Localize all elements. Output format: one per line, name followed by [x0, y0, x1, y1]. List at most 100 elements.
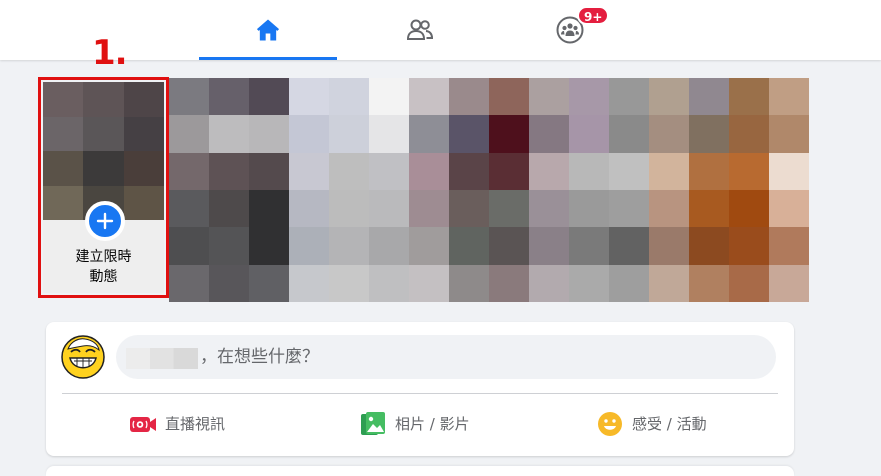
story-thumbnail-pixel [489, 115, 529, 153]
story-thumbnail-pixel [369, 227, 409, 265]
story-thumbnail-pixel [169, 152, 209, 190]
story-thumbnail-pixel [289, 189, 329, 228]
story-thumbnail-pixel [649, 189, 689, 228]
story-thumbnail-pixel [729, 189, 769, 228]
story-thumbnail-pixel [769, 227, 809, 265]
story-thumbnail-pixel [769, 78, 809, 116]
story-thumbnail-pixel [489, 227, 529, 265]
story-thumbnail-pixel [689, 189, 729, 228]
story-thumbnail-pixel [769, 264, 809, 302]
annotation-step-label: 1. [92, 33, 128, 73]
feeling-icon [596, 410, 624, 438]
photo-icon [359, 410, 387, 438]
story-thumbnail-pixel [369, 264, 409, 302]
composer-divider [62, 393, 778, 394]
story-thumbnail-pixel [409, 152, 449, 190]
active-tab-indicator [199, 57, 337, 60]
story-thumbnail-pixel [569, 227, 609, 265]
story-thumbnail-pixel [169, 78, 209, 116]
story-thumbnail-pixel [689, 227, 729, 265]
story-thumbnail-pixel [209, 78, 249, 116]
story-thumbnail-pixel [569, 78, 609, 116]
tab-friends[interactable] [351, 0, 489, 60]
story-thumbnail-pixel [209, 152, 249, 190]
post-composer: ，在想些什麼？ 直播視訊 相片 / 影片 感受 / 活動 [46, 322, 794, 456]
live-video-button[interactable]: 直播視訊 [129, 402, 225, 446]
annotation-highlight-box [38, 77, 169, 298]
whats-on-your-mind-input[interactable]: ，在想些什麼？ [116, 335, 776, 379]
story-thumbnail-pixel [209, 264, 249, 302]
blurred-user-name [126, 348, 198, 369]
story-thumbnail-pixel [409, 264, 449, 302]
composer-placeholder: ，在想些什麼？ [200, 347, 319, 367]
photo-video-label: 相片 / 影片 [395, 415, 470, 433]
story-thumbnail-pixel [729, 264, 769, 302]
story-thumbnail-pixel [609, 227, 649, 265]
top-navigation-bar: 9+ [0, 0, 881, 60]
story-thumbnail-pixel [249, 264, 289, 302]
story-thumbnail-pixel [449, 152, 489, 190]
story-thumbnail-pixel [609, 264, 649, 302]
home-icon [256, 19, 280, 41]
story-thumbnail-pixel [249, 115, 289, 153]
tab-home[interactable] [199, 0, 337, 60]
story-thumbnail-pixel [489, 264, 529, 302]
story-thumbnail-pixel [409, 78, 449, 116]
story-thumbnail-pixel [409, 115, 449, 153]
story-thumbnail-pixel [489, 189, 529, 228]
story-thumbnail-pixel [169, 227, 209, 265]
story-thumbnail-pixel [289, 264, 329, 302]
story-thumbnail-pixel [529, 78, 569, 116]
friends-icon [406, 19, 434, 40]
story-thumbnail-pixel [569, 115, 609, 153]
story-thumbnail-pixel [649, 264, 689, 302]
story-thumbnail-pixel [609, 189, 649, 228]
story-thumbnail-pixel [329, 152, 369, 190]
story-thumbnail-pixel [329, 227, 369, 265]
story-thumbnail-pixel [489, 152, 529, 190]
story-thumbnail-pixel [649, 78, 689, 116]
story-thumbnail-pixel [769, 115, 809, 153]
story-thumbnail-pixel [529, 264, 569, 302]
story-thumbnail-pixel [449, 78, 489, 116]
tab-groups[interactable] [501, 0, 639, 60]
story-thumbnail-pixel [249, 78, 289, 116]
stories-carousel[interactable] [169, 78, 809, 302]
feeling-activity-button[interactable]: 感受 / 活動 [596, 402, 707, 446]
story-thumbnail-pixel [489, 78, 529, 116]
story-thumbnail-pixel [729, 78, 769, 116]
photo-video-button[interactable]: 相片 / 影片 [359, 402, 470, 446]
story-thumbnail-pixel [209, 227, 249, 265]
next-feed-card-edge [46, 466, 794, 476]
story-thumbnail-pixel [529, 189, 569, 228]
story-thumbnail-pixel [449, 227, 489, 265]
story-thumbnail-pixel [449, 115, 489, 153]
story-thumbnail-pixel [289, 78, 329, 116]
story-thumbnail-pixel [649, 152, 689, 190]
live-video-label: 直播視訊 [165, 415, 226, 433]
groups-notification-badge: 9+ [577, 6, 610, 25]
story-thumbnail-pixel [249, 227, 289, 265]
story-thumbnail-pixel [409, 227, 449, 265]
story-thumbnail-pixel [689, 78, 729, 116]
story-thumbnail-pixel [689, 152, 729, 190]
story-thumbnail-pixel [289, 152, 329, 190]
feeling-activity-label: 感受 / 活動 [632, 415, 707, 433]
avatar[interactable] [61, 335, 105, 379]
story-thumbnail-pixel [729, 115, 769, 153]
story-thumbnail-pixel [209, 189, 249, 228]
story-thumbnail-pixel [529, 227, 569, 265]
live-video-icon [129, 410, 157, 438]
story-thumbnail-pixel [609, 78, 649, 116]
story-thumbnail-pixel [169, 115, 209, 153]
story-thumbnail-pixel [609, 115, 649, 153]
story-thumbnail-pixel [169, 264, 209, 302]
story-thumbnail-pixel [689, 115, 729, 153]
story-thumbnail-pixel [369, 115, 409, 153]
story-thumbnail-pixel [529, 115, 569, 153]
story-thumbnail-pixel [249, 152, 289, 190]
story-thumbnail-pixel [529, 152, 569, 190]
story-thumbnail-pixel [729, 227, 769, 265]
story-thumbnail-pixel [729, 152, 769, 190]
story-thumbnail-pixel [329, 115, 369, 153]
